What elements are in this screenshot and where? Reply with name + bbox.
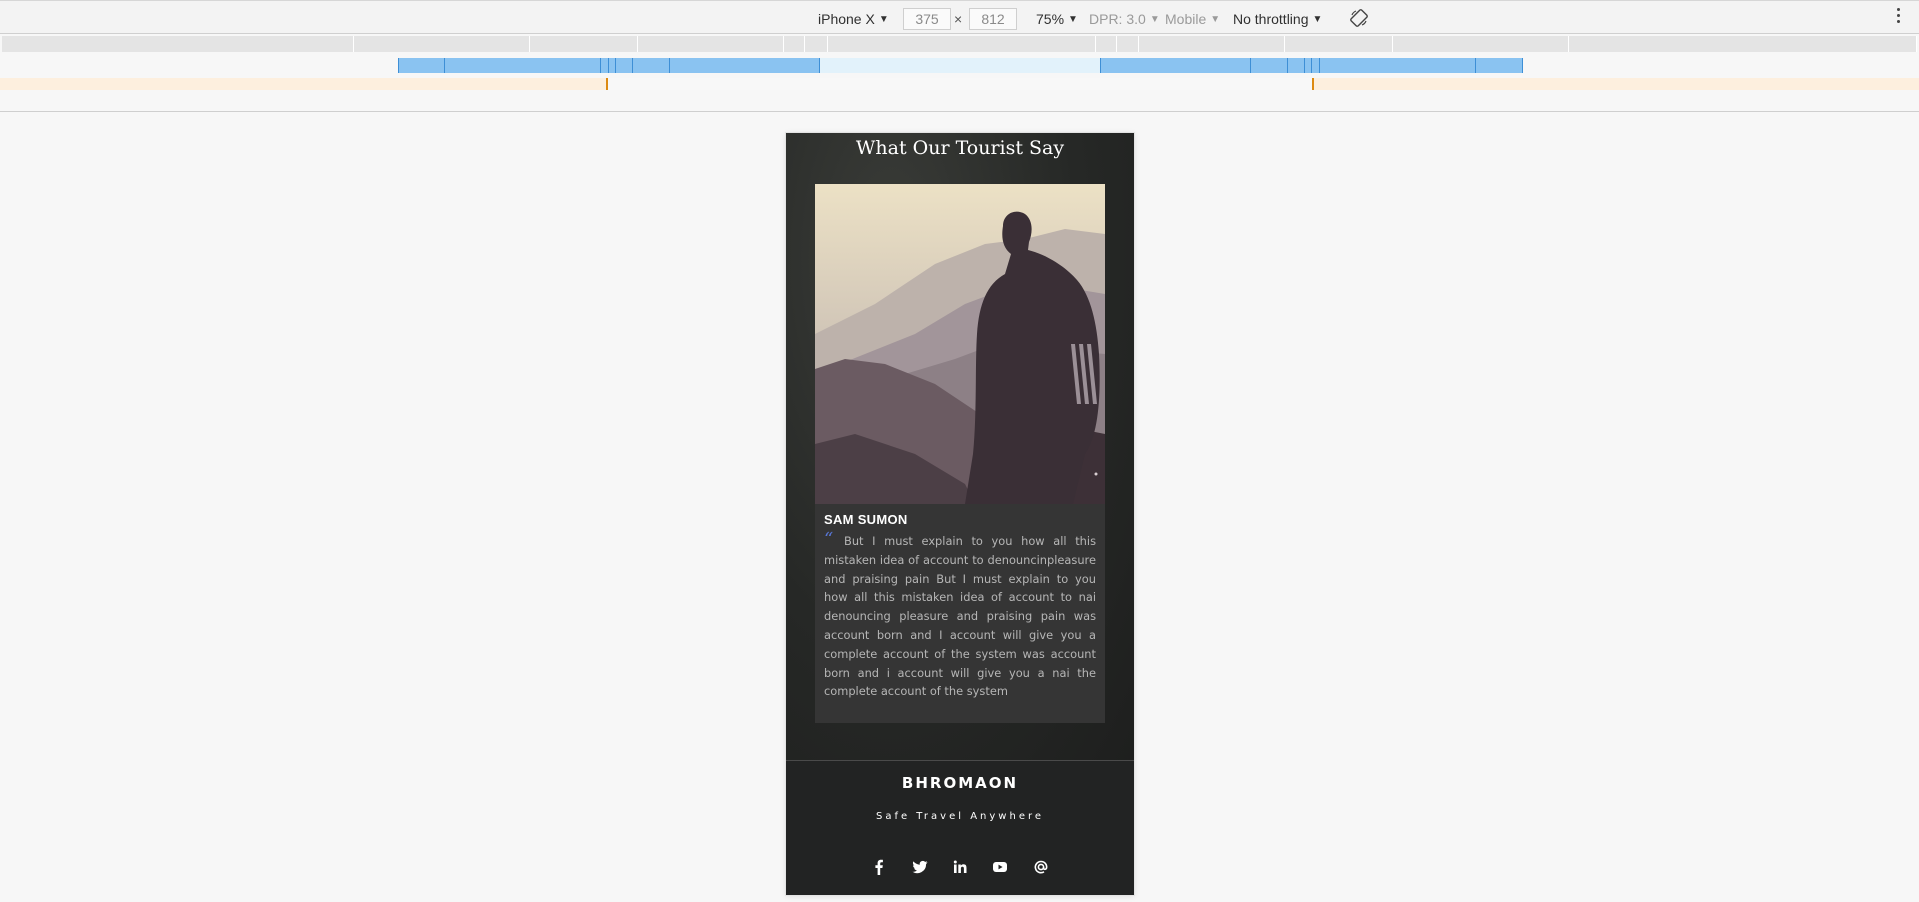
caret-down-icon: ▼ bbox=[1210, 14, 1221, 25]
testimonial-author: SAM SUMON bbox=[824, 512, 908, 527]
caret-down-icon: ▼ bbox=[878, 14, 889, 25]
mobile-viewport: What Our Tourist Say SAM SUMON “ But I m… bbox=[786, 133, 1134, 895]
youtube-icon[interactable] bbox=[989, 859, 1011, 875]
device-select-label: iPhone X bbox=[818, 11, 875, 27]
section-title: What Our Tourist Say bbox=[855, 137, 1065, 159]
facebook-icon[interactable] bbox=[868, 859, 890, 875]
media-query-bar[interactable] bbox=[0, 58, 1919, 73]
linkedin-icon[interactable] bbox=[949, 859, 971, 875]
dpr-select[interactable]: DPR: 3.0 ▼ bbox=[1089, 11, 1160, 27]
device-toolbar: iPhone X ▼ 375 × 812 75% ▼ DPR: 3.0 ▼ Mobil… bbox=[0, 0, 1919, 34]
mode-select-label: Mobile bbox=[1165, 11, 1207, 27]
zoom-select[interactable]: 75% ▼ bbox=[1036, 11, 1078, 27]
twitter-icon[interactable] bbox=[909, 859, 931, 875]
mode-select[interactable]: Mobile ▼ bbox=[1165, 11, 1220, 27]
viewport-divider bbox=[0, 111, 1919, 112]
caret-down-icon: ▼ bbox=[1312, 14, 1323, 25]
throttling-select-label: No throttling bbox=[1233, 11, 1309, 27]
testimonial-card: SAM SUMON “ But I must explain to you ho… bbox=[815, 184, 1105, 723]
caret-down-icon: ▼ bbox=[1149, 14, 1160, 25]
testimonial-text: But I must explain to you how all this m… bbox=[824, 534, 1096, 699]
breakpoint-bar[interactable] bbox=[0, 78, 1919, 90]
caret-down-icon: ▼ bbox=[1068, 14, 1078, 25]
height-input[interactable]: 812 bbox=[969, 8, 1017, 30]
site-footer: BHROMAON Safe Travel Anywhere bbox=[786, 760, 1134, 895]
footer-tagline: Safe Travel Anywhere bbox=[875, 811, 1045, 822]
footer-brand[interactable]: BHROMAON bbox=[786, 774, 1134, 792]
zoom-select-label: 75% bbox=[1036, 11, 1065, 27]
throttling-select[interactable]: No throttling ▼ bbox=[1233, 11, 1322, 27]
device-ruler bbox=[2, 36, 1917, 52]
social-links bbox=[786, 858, 1134, 876]
dpr-select-label: DPR: 3.0 bbox=[1089, 11, 1146, 27]
rotate-icon[interactable] bbox=[1350, 9, 1368, 27]
testimonial-section: What Our Tourist Say SAM SUMON “ But I m… bbox=[786, 133, 1134, 760]
device-select[interactable]: iPhone X ▼ bbox=[818, 11, 889, 27]
width-input[interactable]: 375 bbox=[903, 8, 951, 30]
at-icon[interactable] bbox=[1030, 859, 1052, 875]
tourist-photo bbox=[815, 184, 1105, 504]
dimension-separator: × bbox=[954, 11, 963, 27]
kebab-menu-icon[interactable] bbox=[1895, 8, 1901, 28]
